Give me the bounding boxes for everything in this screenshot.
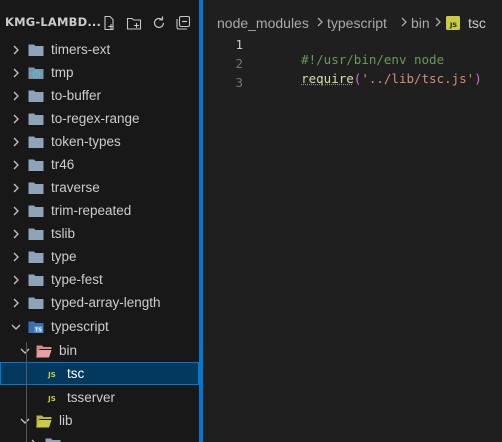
js-file-icon: JS xyxy=(446,16,460,30)
explorer-sidebar: KMG-LAMBD... timers-ext tmp to-buffer to… xyxy=(0,0,199,442)
chevron-right-icon xyxy=(13,275,19,284)
chevron-right-icon xyxy=(401,17,407,27)
tree-item-typed-array-length[interactable]: typed-array-length xyxy=(0,291,199,314)
chevron-right-icon xyxy=(13,68,19,77)
folder-icon xyxy=(28,205,44,217)
chevron-right-icon xyxy=(435,17,441,27)
chevron-right-icon xyxy=(13,91,19,100)
js-file-icon: JS xyxy=(47,371,56,379)
line-number: 1 xyxy=(235,37,243,52)
tree-item-partial[interactable] xyxy=(0,432,199,442)
tree-item-label: tmp xyxy=(51,65,74,80)
tree-item-timers-ext[interactable]: timers-ext xyxy=(0,38,199,61)
chevron-right-icon xyxy=(13,114,19,123)
tree-item-label: tslib xyxy=(51,226,76,241)
svg-text:JS: JS xyxy=(47,371,56,379)
refresh-icon[interactable] xyxy=(150,14,168,32)
new-file-icon[interactable] xyxy=(100,14,118,32)
tree-item-label: to-regex-range xyxy=(51,111,140,126)
js-file-icon: JS xyxy=(47,395,56,403)
tree-item-label: traverse xyxy=(51,180,100,195)
chevron-right-icon xyxy=(13,45,19,54)
folder-icon xyxy=(28,44,44,56)
tree-item-tr46[interactable]: tr46 xyxy=(0,153,199,176)
code-paren: ) xyxy=(474,71,482,86)
tree-item-token-types[interactable]: token-types xyxy=(0,130,199,153)
tree-item-bin[interactable]: bin xyxy=(0,339,199,362)
folder-icon xyxy=(28,90,44,102)
chevron-right-icon xyxy=(13,160,19,169)
chevron-right-icon xyxy=(31,439,36,442)
explorer-title: KMG-LAMBD... xyxy=(5,15,102,29)
tree-item-label: bin xyxy=(59,343,78,358)
tree-item-type[interactable]: type xyxy=(0,245,199,268)
svg-text:TS: TS xyxy=(35,327,42,333)
indent-guide xyxy=(26,342,27,442)
code-string: '../lib/tsc.js' xyxy=(361,71,475,86)
tree-item-tslib[interactable]: tslib xyxy=(0,222,199,245)
tree-item-label: to-buffer xyxy=(51,88,102,103)
folder-temp-icon xyxy=(28,67,44,79)
code-function: require xyxy=(301,71,354,86)
breadcrumb-item[interactable]: bin xyxy=(411,15,430,31)
folder-icon xyxy=(28,228,44,240)
line-number: 3 xyxy=(235,75,243,90)
breadcrumb: node_modules typescript bin JS tsc xyxy=(203,0,502,42)
tree-item-to-regex-range[interactable]: to-regex-range xyxy=(0,107,199,130)
tree-item-tsserver[interactable]: JS tsserver xyxy=(0,386,199,409)
tree-item-label: timers-ext xyxy=(51,42,111,57)
new-folder-icon[interactable] xyxy=(125,14,143,32)
chevron-down-icon xyxy=(11,324,21,330)
breadcrumb-item[interactable]: node_modules xyxy=(217,15,309,31)
tree-item-label: typescript xyxy=(51,319,109,334)
tree-item-label: lib xyxy=(59,413,73,428)
tree-item-label: token-types xyxy=(51,134,121,149)
tree-item-label: tr46 xyxy=(51,157,75,172)
folder-icon xyxy=(45,438,61,442)
explorer-header: KMG-LAMBD... xyxy=(0,0,199,42)
tree-item-label: type-fest xyxy=(51,272,103,287)
folder-icon xyxy=(28,251,44,263)
tree-item-label: tsc xyxy=(67,366,85,381)
folder-bin-open-icon xyxy=(36,345,52,357)
tree-item-typescript[interactable]: TS typescript xyxy=(0,315,199,338)
folder-lib-open-icon xyxy=(36,415,52,427)
breadcrumb-item[interactable]: typescript xyxy=(327,15,387,31)
tree-item-lib[interactable]: lib xyxy=(0,409,199,432)
chevron-right-icon xyxy=(13,137,19,146)
tree-item-tsc[interactable]: JS tsc xyxy=(0,362,199,385)
folder-icon xyxy=(28,113,44,125)
tree-item-type-fest[interactable]: type-fest xyxy=(0,268,199,291)
tree-item-label: type xyxy=(51,249,77,264)
chevron-down-icon xyxy=(20,348,30,354)
editor-pane: node_modules typescript bin JS tsc 1 2 3… xyxy=(203,0,502,442)
folder-typescript-icon: TS xyxy=(28,321,44,333)
code-line-2[interactable]: require('../lib/tsc.js') xyxy=(271,56,482,101)
breadcrumb-item-current[interactable]: tsc xyxy=(468,15,486,31)
folder-icon xyxy=(28,182,44,194)
collapse-all-icon[interactable] xyxy=(174,14,192,32)
svg-text:JS: JS xyxy=(47,395,56,403)
folder-icon xyxy=(28,159,44,171)
tree-item-trim-repeated[interactable]: trim-repeated xyxy=(0,199,199,222)
chevron-right-icon xyxy=(13,229,19,238)
folder-icon xyxy=(28,274,44,286)
folder-icon xyxy=(28,136,44,148)
chevron-right-icon xyxy=(13,206,19,215)
tree-item-traverse[interactable]: traverse xyxy=(0,176,199,199)
chevron-down-icon xyxy=(20,418,30,424)
chevron-right-icon xyxy=(317,17,323,27)
tree-item-label: tsserver xyxy=(67,390,116,405)
tree-item-tmp[interactable]: tmp xyxy=(0,61,199,84)
svg-text:JS: JS xyxy=(449,21,457,29)
tree-item-to-buffer[interactable]: to-buffer xyxy=(0,84,199,107)
chevron-right-icon xyxy=(13,183,19,192)
line-number: 2 xyxy=(235,56,243,71)
tree-item-label: typed-array-length xyxy=(51,295,161,310)
tree-item-label: trim-repeated xyxy=(51,203,132,218)
folder-icon xyxy=(28,297,44,309)
chevron-right-icon xyxy=(13,298,19,307)
chevron-right-icon xyxy=(13,252,19,261)
